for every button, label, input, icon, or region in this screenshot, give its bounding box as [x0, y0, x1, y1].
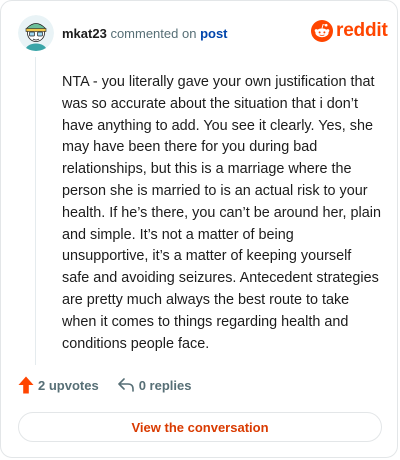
comment-body: NTA - you literally gave your own justif…	[62, 74, 381, 352]
reddit-wordmark: reddit	[336, 20, 388, 41]
reddit-snoo-icon	[311, 20, 333, 42]
avatar[interactable]	[18, 15, 54, 51]
reply-arrow-icon	[117, 378, 134, 392]
username[interactable]: mkat23	[62, 26, 107, 41]
comment-embed-card: mkat23 commented on post reddit NTA - yo…	[0, 0, 398, 458]
comment-header: mkat23 commented on post	[62, 26, 228, 42]
replies-count: 0 replies	[138, 377, 192, 393]
post-link[interactable]: post	[200, 26, 227, 41]
commented-on-text: commented on	[110, 26, 197, 41]
upvote-group[interactable]: 2 upvotes	[18, 376, 99, 394]
avatar-image	[18, 15, 54, 51]
thread-line	[35, 57, 36, 365]
view-conversation-button[interactable]: View the conversation	[18, 412, 382, 442]
comment-footer: 2 upvotes 0 replies	[18, 376, 191, 394]
upvotes-count: 2 upvotes	[38, 377, 99, 393]
reddit-logo[interactable]: reddit	[311, 20, 388, 42]
reply-group[interactable]: 0 replies	[117, 377, 192, 393]
upvote-arrow-icon	[18, 376, 34, 394]
